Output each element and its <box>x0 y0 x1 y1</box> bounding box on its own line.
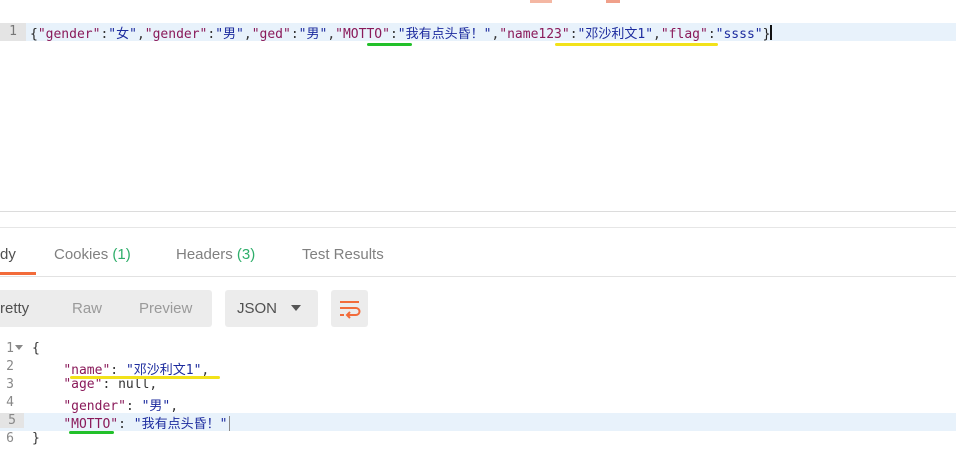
view-pretty-button[interactable]: Pretty <box>0 290 29 327</box>
view-raw-button[interactable]: Raw <box>72 290 102 327</box>
json-comma: , <box>170 399 179 414</box>
json-punctuation: : <box>569 27 578 42</box>
annotation-yellow-name123-request <box>555 43 718 46</box>
fold-toggle-icon[interactable] <box>15 345 23 350</box>
json-punctuation: , <box>327 27 336 42</box>
editor-divider <box>0 211 956 212</box>
tab-body[interactable]: dy <box>0 236 36 275</box>
pane-divider <box>0 227 956 228</box>
chevron-down-icon <box>291 305 301 311</box>
wrap-lines-icon <box>340 301 361 319</box>
wrap-lines-button[interactable] <box>331 290 368 327</box>
json-punctuation: : <box>389 27 398 42</box>
response-tabs: dy Cookies (1) Headers (3) Test Results <box>0 236 956 277</box>
json-brace: { <box>32 341 40 356</box>
tab-cookies[interactable]: Cookies (1) <box>54 236 131 274</box>
response-line[interactable]: 6} <box>0 431 956 449</box>
annotation-green-motto-request <box>367 43 412 46</box>
response-toolbar: Pretty Raw Preview JSON <box>0 290 956 328</box>
tab-test-results-label: Test Results <box>302 246 384 263</box>
tab-headers-count: (3) <box>236 246 256 263</box>
line-number: 2 <box>6 359 14 374</box>
response-line-code: "MOTTO": "我有点头昏！" <box>32 413 231 432</box>
line-number: 1 <box>0 23 26 41</box>
view-preview-button[interactable]: Preview <box>139 290 192 327</box>
json-colon: : <box>125 399 142 414</box>
json-brace: } <box>32 431 40 446</box>
json-colon: : <box>118 417 134 432</box>
json-punctuation: { <box>30 27 38 42</box>
request-json-text[interactable]: {"gender":"女","gender":"男","ged":"男","MO… <box>30 23 773 42</box>
top-edge-remnant <box>530 0 620 4</box>
json-key: "gender" <box>37 27 101 42</box>
json-punctuation: , <box>243 27 252 42</box>
response-line-code: "gender": "男", <box>32 395 178 414</box>
json-string: "ssss" <box>715 27 763 42</box>
json-value: null <box>118 377 150 392</box>
json-key: "flag" <box>660 27 708 42</box>
response-line-code: { <box>32 341 40 356</box>
active-tab-indicator <box>0 272 36 275</box>
json-punctuation: } <box>762 27 771 42</box>
json-value: "我有点头昏！" <box>133 417 228 432</box>
annotation-green-motto-response <box>69 431 114 434</box>
response-line-code: "age": null, <box>32 377 157 392</box>
json-value: "男" <box>141 399 171 414</box>
json-string: "女" <box>108 27 137 42</box>
response-line[interactable]: 4 "gender": "男", <box>0 395 956 414</box>
response-line[interactable]: 2 "name": "邓沙利文1", <box>0 359 956 378</box>
line-number: 5 <box>0 413 24 428</box>
json-string: "男" <box>215 27 244 42</box>
json-key: "ged" <box>251 27 291 42</box>
request-body-editor[interactable]: 1 {"gender":"女","gender":"男","ged":"男","… <box>0 0 956 212</box>
tab-body-label: dy <box>0 246 16 263</box>
json-key: "gender" <box>63 399 126 414</box>
tab-cookies-count: (1) <box>112 246 131 263</box>
json-string: "男" <box>298 27 328 42</box>
tab-headers-label: Headers <box>176 246 233 263</box>
response-line-code: } <box>32 431 40 446</box>
text-cursor <box>770 25 773 40</box>
json-string: "邓沙利文1" <box>577 27 654 42</box>
json-key: "gender" <box>144 27 208 42</box>
tab-test-results[interactable]: Test Results <box>302 236 384 274</box>
response-line[interactable]: 3 "age": null, <box>0 377 956 395</box>
json-punctuation: : <box>707 27 716 42</box>
json-punctuation: , <box>136 27 145 42</box>
format-select-value: JSON <box>237 300 278 317</box>
response-line[interactable]: 5 "MOTTO": "我有点头昏！" <box>0 413 956 432</box>
line-number: 3 <box>6 377 14 392</box>
json-punctuation: , <box>653 27 661 42</box>
json-key: "age" <box>63 377 103 392</box>
json-colon: : <box>102 377 119 392</box>
response-line[interactable]: 1{ <box>0 341 956 359</box>
json-string: "我有点头昏！" <box>397 27 492 42</box>
text-cursor <box>229 416 231 431</box>
json-key: "name123" <box>499 27 570 42</box>
tab-headers[interactable]: Headers (3) <box>176 236 255 274</box>
response-body-viewer[interactable]: 1{2 "name": "邓沙利文1", 3 "age": null, 4 "gen… <box>0 341 956 474</box>
json-key: "MOTTO" <box>63 417 119 432</box>
json-punctuation: : <box>290 27 299 42</box>
request-line-1[interactable]: 1 {"gender":"女","gender":"男","ged":"男","… <box>0 23 956 42</box>
json-key: "MOTTO" <box>335 27 390 42</box>
line-number: 6 <box>6 431 14 446</box>
json-comma: , <box>149 377 158 392</box>
annotation-yellow-name-response <box>70 376 220 379</box>
line-number: 1 <box>6 341 14 356</box>
view-mode-group: Pretty Raw Preview <box>0 290 212 327</box>
format-select[interactable]: JSON <box>225 290 318 327</box>
line-number: 4 <box>6 395 14 410</box>
tab-cookies-label: Cookies <box>54 246 109 263</box>
